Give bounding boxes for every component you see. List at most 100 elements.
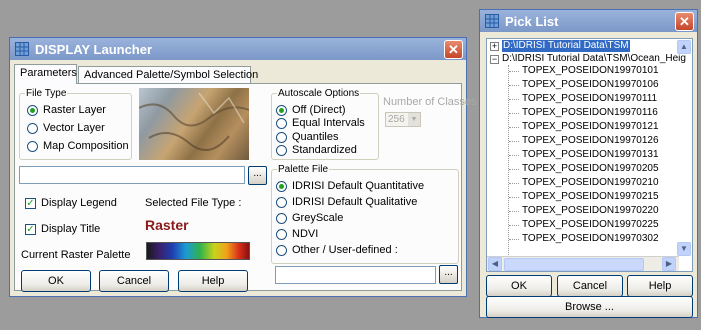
- radio-idrisi-default-quantitative[interactable]: IDRISI Default Quantitative: [276, 180, 424, 192]
- radio-off-direct[interactable]: Off (Direct): [276, 104, 346, 116]
- tree-file-item[interactable]: TOPEX_POSEIDON19970101: [522, 65, 659, 77]
- launcher-ok-button[interactable]: OK: [21, 270, 91, 292]
- picklist-browse-button[interactable]: Browse ...: [486, 296, 693, 318]
- tree-file-item[interactable]: TOPEX_POSEIDON19970220: [522, 205, 659, 217]
- radio-label: GreyScale: [292, 212, 344, 224]
- number-of-classes-select: 256 ▼: [385, 112, 421, 127]
- radio-label: Standardized: [292, 144, 357, 156]
- radio-quantiles[interactable]: Quantiles: [276, 131, 338, 143]
- tab-advanced-palette[interactable]: Advanced Palette/Symbol Selection: [78, 66, 258, 84]
- radio-button[interactable]: [276, 228, 287, 240]
- tree-file-item[interactable]: TOPEX_POSEIDON19970126: [522, 135, 659, 147]
- scroll-down-icon[interactable]: ▼: [677, 242, 691, 256]
- tree-file-item[interactable]: TOPEX_POSEIDON19970116: [522, 107, 658, 119]
- radio-greyscale[interactable]: GreyScale: [276, 212, 343, 224]
- horizontal-scroll-thumb[interactable]: [504, 258, 644, 271]
- check-icon[interactable]: ✓: [25, 197, 36, 209]
- tree-connector: [509, 71, 519, 72]
- tree-root-expanded-label: D:\IDRISI Tutorial Data\TSM\Ocean_Heig: [502, 53, 686, 64]
- tree-guide-line: [508, 65, 509, 261]
- file-type-legend: File Type: [26, 88, 67, 99]
- tree-file-item[interactable]: TOPEX_POSEIDON19970215: [522, 191, 659, 203]
- picklist-titlebar[interactable]: Pick List ✕: [480, 10, 697, 32]
- tree-connector: [509, 85, 519, 86]
- tree-connector: [509, 183, 519, 184]
- minus-icon[interactable]: −: [490, 55, 499, 64]
- selected-file-type-value: Raster: [145, 217, 189, 233]
- chevron-down-icon: ▼: [408, 113, 420, 126]
- launcher-cancel-button[interactable]: Cancel: [99, 270, 169, 292]
- launcher-titlebar[interactable]: DISPLAY Launcher ✕: [10, 38, 466, 60]
- tree-root-expanded[interactable]: D:\IDRISI Tutorial Data\TSM\Ocean_Heig: [502, 53, 686, 65]
- tree-file-item[interactable]: TOPEX_POSEIDON19970205: [522, 163, 659, 175]
- radio-vector-layer[interactable]: Vector Layer: [27, 122, 105, 134]
- selected-file-type-label: Selected File Type :: [145, 197, 242, 209]
- file-name-input[interactable]: [19, 166, 245, 184]
- radio-button[interactable]: [276, 244, 287, 256]
- radio-button[interactable]: [276, 180, 287, 192]
- plus-icon[interactable]: +: [490, 42, 499, 51]
- palette-browse-button[interactable]: ...: [439, 265, 458, 284]
- tree-connector: [509, 169, 519, 170]
- scroll-right-icon[interactable]: ▶: [662, 257, 676, 271]
- tree-connector: [509, 225, 519, 226]
- tree-file-item[interactable]: TOPEX_POSEIDON19970131: [522, 149, 659, 161]
- radio-button[interactable]: [27, 122, 38, 134]
- tree-file-item[interactable]: TOPEX_POSEIDON19970210: [522, 177, 659, 189]
- radio-label: NDVI: [292, 228, 319, 240]
- terrain-preview-image: [138, 88, 250, 160]
- tab-parameters[interactable]: Parameters: [14, 64, 77, 84]
- tree-file-item[interactable]: TOPEX_POSEIDON19970302: [522, 233, 659, 245]
- radio-button[interactable]: [276, 104, 287, 116]
- scroll-left-icon[interactable]: ◀: [488, 257, 502, 271]
- radio-label: Other / User-defined :: [292, 244, 398, 256]
- tree-connector: [509, 155, 519, 156]
- radio-equal-intervals[interactable]: Equal Intervals: [276, 117, 365, 129]
- picklist-ok-button[interactable]: OK: [486, 275, 552, 297]
- radio-button[interactable]: [276, 117, 287, 129]
- current-palette-label: Current Raster Palette: [21, 249, 131, 261]
- file-browse-button[interactable]: ...: [248, 166, 267, 185]
- scroll-up-icon[interactable]: ▲: [677, 40, 691, 54]
- radio-label: IDRISI Default Quantitative: [292, 180, 425, 192]
- display-title-label: Display Title: [41, 223, 101, 235]
- tree-file-item[interactable]: TOPEX_POSEIDON19970121: [522, 121, 659, 133]
- radio-button[interactable]: [27, 104, 38, 116]
- check-icon[interactable]: ✓: [25, 223, 36, 235]
- radio-label: Map Composition: [43, 140, 129, 152]
- tree-file-item[interactable]: TOPEX_POSEIDON19970225: [522, 219, 659, 231]
- palette-file-input[interactable]: [275, 266, 436, 284]
- autoscale-legend: Autoscale Options: [278, 88, 360, 99]
- display-legend-checkbox[interactable]: ✓ Display Legend: [25, 197, 117, 209]
- close-icon[interactable]: ✕: [675, 11, 694, 31]
- pick-list-window: Pick List ✕ + D:\IDRISI Tutorial Data\TS…: [479, 9, 698, 318]
- radio-map-composition[interactable]: Map Composition: [27, 140, 129, 152]
- palette-color-ramp: [146, 242, 250, 260]
- display-title-checkbox[interactable]: ✓ Display Title: [25, 223, 100, 235]
- horizontal-scrollbar[interactable]: ◀ ▶: [487, 256, 679, 271]
- number-of-classes-value: 256: [388, 114, 405, 125]
- radio-ndvi[interactable]: NDVI: [276, 228, 318, 240]
- radio-button[interactable]: [276, 196, 287, 208]
- radio-raster-layer[interactable]: Raster Layer: [27, 104, 106, 116]
- radio-button[interactable]: [276, 131, 287, 143]
- picklist-cancel-button[interactable]: Cancel: [557, 275, 623, 297]
- launcher-help-button[interactable]: Help: [178, 270, 248, 292]
- close-icon[interactable]: ✕: [444, 39, 463, 59]
- radio-label: Equal Intervals: [292, 117, 365, 129]
- picklist-help-button[interactable]: Help: [627, 275, 693, 297]
- file-tree[interactable]: + D:\IDRISI Tutorial Data\TSM − D:\IDRIS…: [486, 38, 693, 272]
- radio-label: Quantiles: [292, 131, 339, 143]
- tree-connector: [509, 141, 519, 142]
- tree-root-collapsed[interactable]: D:\IDRISI Tutorial Data\TSM: [502, 40, 630, 52]
- radio-other-user-defined[interactable]: Other / User-defined :: [276, 244, 398, 256]
- radio-button[interactable]: [276, 144, 287, 156]
- tree-file-item[interactable]: TOPEX_POSEIDON19970111: [522, 93, 657, 105]
- radio-button[interactable]: [276, 212, 287, 224]
- radio-standardized[interactable]: Standardized: [276, 144, 357, 156]
- tree-connector: [509, 113, 519, 114]
- radio-idrisi-default-qualitative[interactable]: IDRISI Default Qualitative: [276, 196, 417, 208]
- tree-connector: [509, 239, 519, 240]
- radio-button[interactable]: [27, 140, 38, 152]
- tree-file-item[interactable]: TOPEX_POSEIDON19970106: [522, 79, 659, 91]
